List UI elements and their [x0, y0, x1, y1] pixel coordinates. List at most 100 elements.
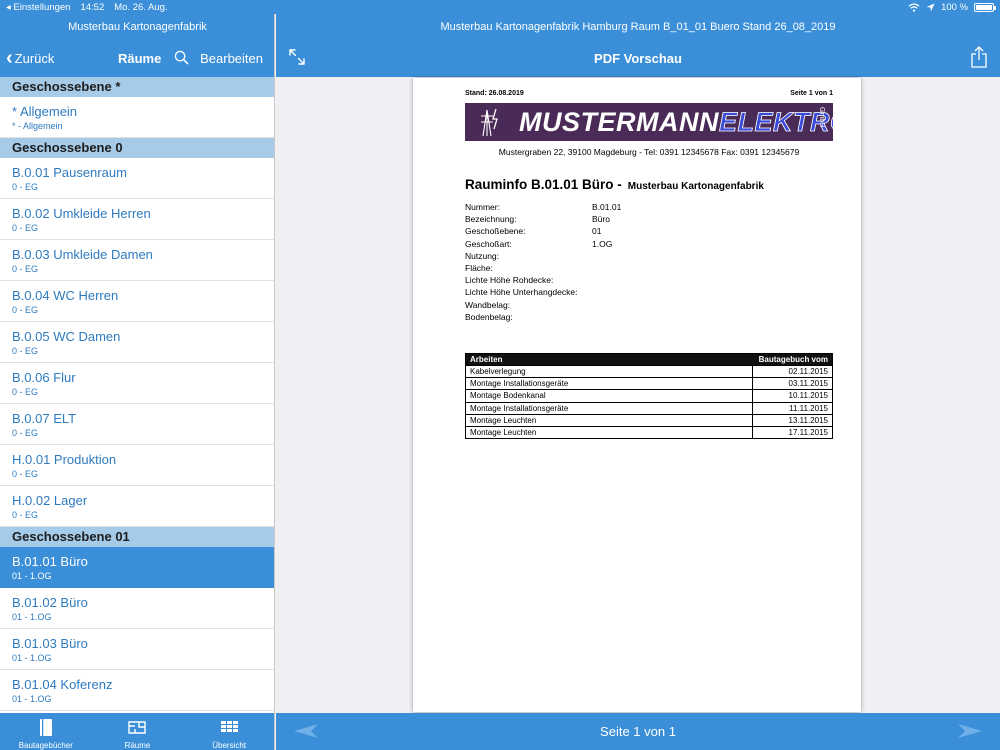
room-list-item[interactable]: B.0.06 Flur 0 - EG [0, 363, 274, 404]
tab-bar: Bautagebücher Räume Übersicht [0, 713, 274, 750]
property-row: Lichte Höhe Unterhangdecke: [465, 287, 765, 299]
room-name: B.01.04 Koferenz [12, 677, 113, 692]
share-icon[interactable] [970, 46, 988, 68]
pdf-toolbar: Seite 1 von 1 [276, 713, 1000, 750]
status-time: 14:52 [80, 1, 105, 13]
master-nav-title: Räume [118, 50, 162, 66]
room-list-item[interactable]: * Allgemein * - Allgemein [0, 97, 274, 138]
master-navbar: Musterbau Kartonagenfabrik ‹ Zurück Räum… [0, 14, 274, 77]
room-name: B.01.01 Büro [12, 554, 88, 569]
document-title: Musterbau Kartonagenfabrik Hamburg Raum … [440, 21, 836, 33]
room-floor: 0 - EG [12, 223, 39, 233]
tab-label: Bautagebücher [18, 741, 73, 750]
room-name: H.0.01 Produktion [12, 452, 117, 467]
table-row: Kabelverlegung 02.11.2015 [465, 364, 833, 379]
battery-percent: 100 % [941, 1, 968, 13]
room-floor: 0 - EG [12, 387, 39, 397]
work-cell: Montage Bodenkanal [465, 389, 753, 403]
back-label: Zurück [14, 50, 55, 66]
tab-label: Räume [124, 741, 151, 750]
room-floor: 0 - EG [12, 182, 39, 192]
room-name: B.0.06 Flur [12, 370, 76, 385]
room-floor: 01 - 1.OG [12, 694, 52, 704]
work-cell: Montage Leuchten [465, 413, 753, 427]
search-icon[interactable] [174, 50, 189, 65]
page-indicator: Seite 1 von 1 [600, 724, 676, 739]
property-key: Lichte Höhe Rohdecke: [465, 275, 554, 286]
room-list-item[interactable]: B.0.01 Pausenraum 0 - EG [0, 158, 274, 199]
tab-1[interactable]: Räume [92, 713, 182, 750]
room-name: B.01.02 Büro [12, 595, 88, 610]
table-row: Montage Installationsgeräte 11.11.2015 [465, 401, 833, 415]
date-cell: 11.11.2015 [752, 401, 833, 415]
property-value: 01 [592, 226, 602, 237]
room-list-item[interactable]: H.0.02 Lager 0 - EG [0, 486, 274, 527]
next-page-icon[interactable] [956, 722, 984, 740]
room-list-item[interactable]: B.0.07 ELT 0 - EG [0, 404, 274, 445]
detail-pane: Musterbau Kartonagenfabrik Hamburg Raum … [276, 0, 1000, 750]
pdf-stand-date: Stand: 26.08.2019 [465, 90, 524, 97]
room-name: B.0.03 Umkleide Damen [12, 247, 153, 262]
battery-icon [974, 2, 996, 12]
room-floor: 0 - EG [12, 469, 39, 479]
property-key: Lichte Höhe Unterhangdecke: [465, 287, 578, 298]
master-project-title: Musterbau Kartonagenfabrik [68, 21, 207, 33]
property-row: Lichte Höhe Rohdecke: [465, 275, 765, 287]
chevron-left-icon: ‹ [6, 47, 13, 69]
property-key: Wandbelag: [465, 299, 511, 310]
work-cell: Montage Installationsgeräte [465, 377, 753, 391]
property-value: Büro [592, 214, 610, 225]
pdf-page[interactable]: Stand: 26.08.2019 Seite 1 von 1 MUSTERMA… [413, 78, 861, 712]
room-list-item[interactable]: B.0.04 WC Herren 0 - EG [0, 281, 274, 322]
room-list-item[interactable]: B.01.02 Büro 01 - 1.OG [0, 588, 274, 629]
property-row: Geschoßart: 1.OG [465, 239, 765, 251]
room-name: B.0.07 ELT [12, 411, 77, 426]
pdf-page-number: Seite 1 von 1 [790, 90, 833, 97]
property-key: Bodenbelag: [465, 311, 513, 322]
tab-0[interactable]: Bautagebücher [1, 713, 91, 750]
property-value: 1.OG [592, 238, 613, 249]
date-cell: 17.11.2015 [752, 425, 833, 440]
floorplan-icon [128, 721, 147, 734]
room-list-item[interactable]: B.01.04 Koferenz 01 - 1.OG [0, 670, 274, 711]
room-list-item[interactable]: B.0.05 WC Damen 0 - EG [0, 322, 274, 363]
property-row: Nutzung: [465, 251, 765, 263]
book-icon [39, 719, 52, 736]
back-button[interactable]: ‹ Zurück [6, 47, 55, 69]
room-name: H.0.02 Lager [12, 493, 88, 508]
room-list-item[interactable]: B.0.02 Umkleide Herren 0 - EG [0, 199, 274, 240]
room-floor: 0 - EG [12, 264, 39, 274]
room-list[interactable]: Geschossebene * * Allgemein * - Allgemein G… [0, 77, 274, 713]
room-list-item[interactable]: B.01.01 Büro 01 - 1.OG [0, 547, 274, 588]
property-row: Fläche: [465, 263, 765, 275]
property-row: Nummer: B.01.01 [465, 202, 765, 214]
room-name: B.0.02 Umkleide Herren [12, 206, 151, 221]
room-floor: 0 - EG [12, 428, 39, 438]
column-header-date: Bautagebuch vom [752, 353, 833, 366]
room-properties: Nummer: B.01.01 Bezeichnung: Büro Geschoßebe… [465, 202, 765, 324]
status-date: Mo. 26. Aug. [114, 1, 168, 13]
property-row: Geschoßebene: 01 [465, 226, 765, 238]
room-name: * Allgemein [12, 104, 78, 119]
property-key: Bezeichnung: [465, 214, 517, 225]
work-log-table: Arbeiten Bautagebuch vom Kabelverlegung 0… [465, 353, 833, 440]
table-row: Montage Leuchten 17.11.2015 [465, 425, 833, 440]
room-list-item[interactable]: B.01.03 Büro 01 - 1.OG [0, 629, 274, 670]
status-bar: ◂ Einstellungen 14:52 Mo. 26. Aug. 100 % [0, 0, 1000, 14]
work-cell: Montage Installationsgeräte [465, 401, 753, 415]
edit-button[interactable]: Bearbeiten [200, 51, 263, 66]
grid-icon [221, 721, 239, 732]
room-list-item[interactable]: H.0.01 Produktion 0 - EG [0, 445, 274, 486]
section-header: Geschossebene 01 [0, 527, 274, 547]
column-header-work: Arbeiten [465, 353, 753, 366]
room-name: B.01.03 Büro [12, 636, 88, 651]
master-pane: Musterbau Kartonagenfabrik ‹ Zurück Räum… [0, 0, 275, 750]
date-cell: 03.11.2015 [752, 377, 833, 391]
table-row: Montage Leuchten 13.11.2015 [465, 413, 833, 427]
tab-2[interactable]: Übersicht [184, 713, 274, 750]
status-back-app[interactable]: ◂ Einstellungen [6, 2, 70, 13]
date-cell: 10.11.2015 [752, 389, 833, 403]
work-cell: Kabelverlegung [465, 364, 753, 379]
company-logo: MUSTERMANNELEKTRO GmbH [465, 103, 833, 141]
room-list-item[interactable]: B.0.03 Umkleide Damen 0 - EG [0, 240, 274, 281]
